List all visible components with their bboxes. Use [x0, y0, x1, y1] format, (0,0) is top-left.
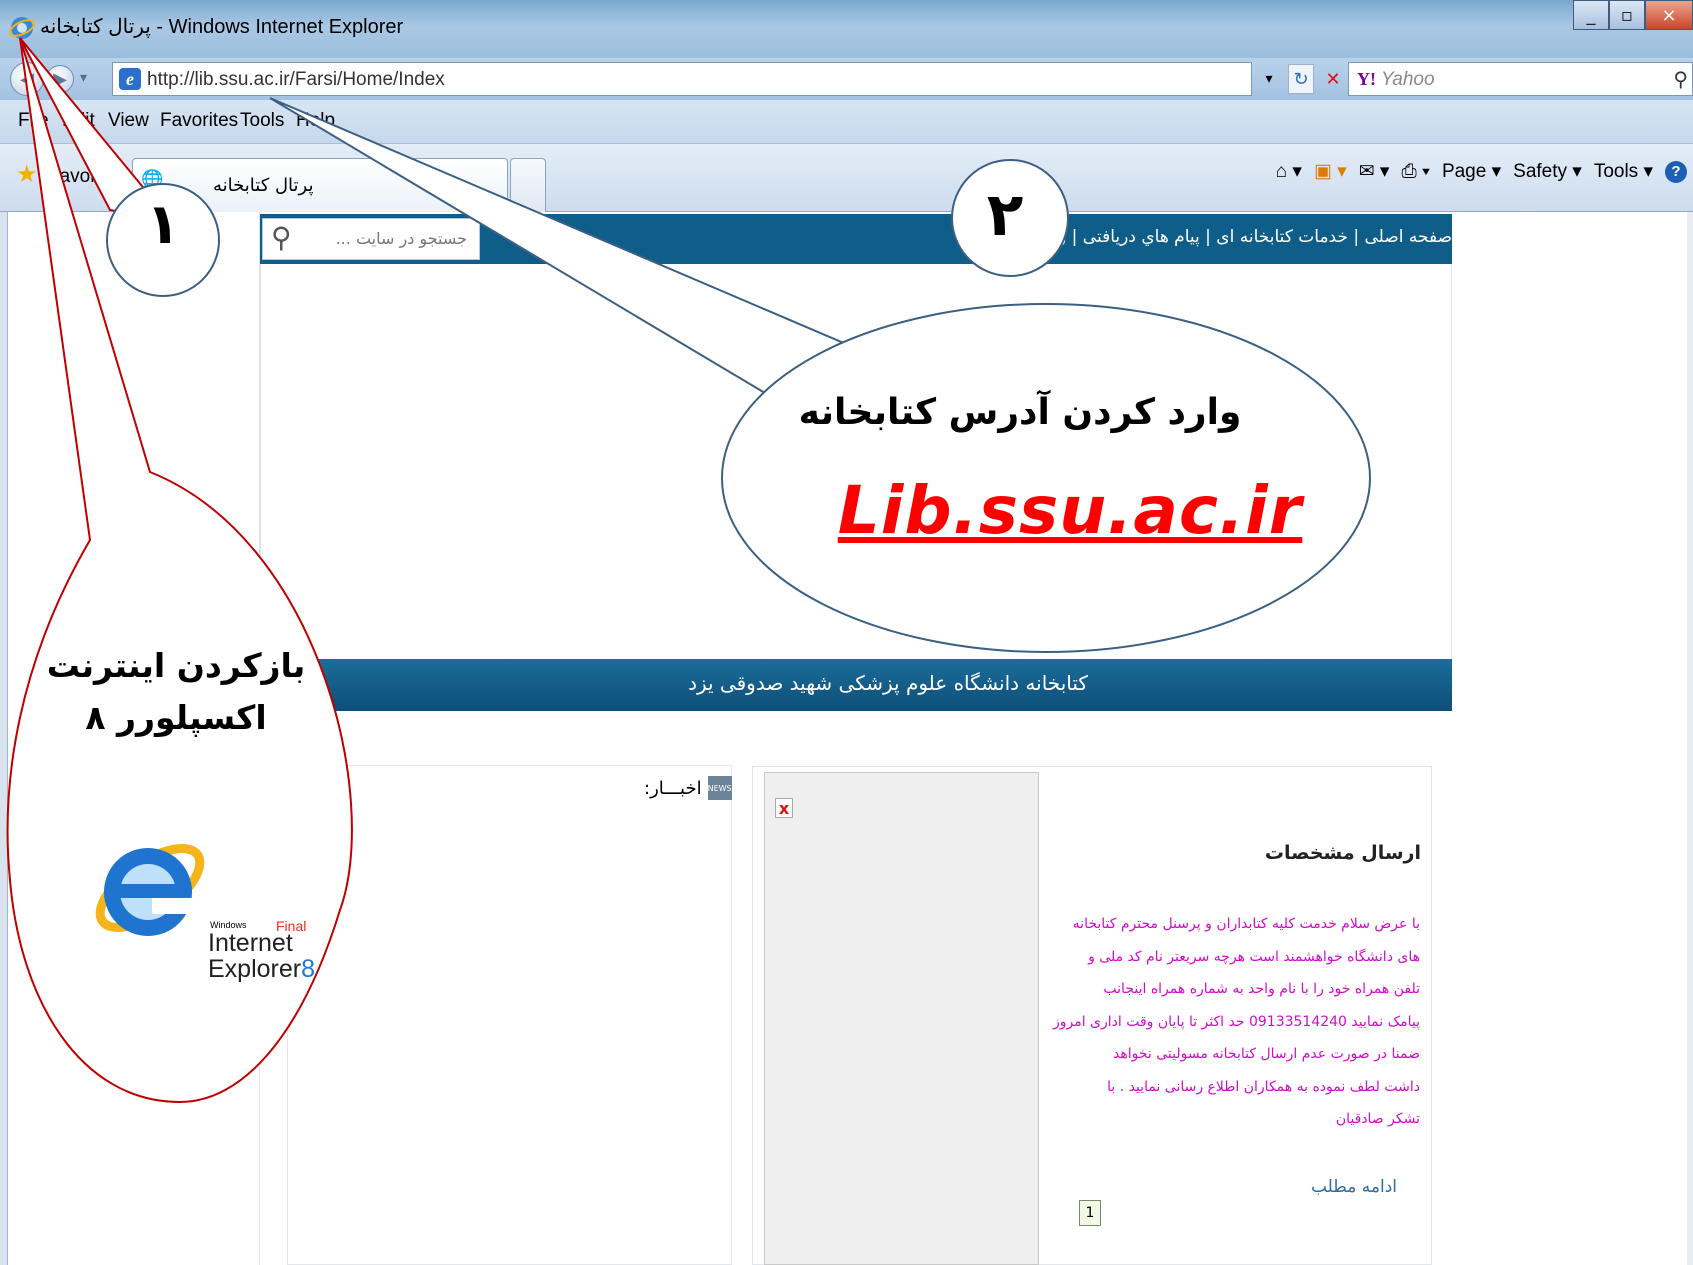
- ie-logo-name: Internet Explorer8: [208, 930, 315, 982]
- home-icon[interactable]: ⌂ ▾: [1276, 160, 1302, 183]
- article-body: با عرض سلام خدمت کلیه کتابداران و پرسنل …: [1052, 908, 1420, 1136]
- back-arrow-icon: ◀: [20, 68, 34, 90]
- enter-address-text: وارد کردن آدرس کتابخانه: [798, 392, 1242, 433]
- window-controls: _ ▫ ×: [1573, 0, 1693, 32]
- article-line: ضمنا در صورت عدم ارسال کتابخانه مسولیتی …: [1112, 1046, 1420, 1062]
- title-bar: پرتال کتابخانه - Windows Internet Explor…: [0, 0, 1693, 58]
- minimize-button[interactable]: _: [1573, 0, 1609, 30]
- vertical-scrollbar[interactable]: [1687, 212, 1693, 1265]
- ie-logo-icon: [95, 843, 205, 936]
- favorites-button[interactable]: Favorites: [48, 166, 126, 188]
- page-right-gutter: [1452, 212, 1693, 1265]
- site-search-icon[interactable]: ⚲: [271, 221, 292, 254]
- menu-bar: File Edit View Favorites Tools Help: [0, 100, 1693, 144]
- viewport-left-border: [0, 212, 8, 1265]
- address-tools: ▾ ↻ ✕: [1256, 62, 1346, 96]
- window-title: پرتال کتابخانه - Windows Internet Explor…: [40, 16, 404, 38]
- command-bar: ⌂ ▾ ▣ ▾ ✉ ▾ ⎙ ▾ Page ▾ Safety ▾ Tools ▾ …: [1276, 160, 1687, 183]
- stop-icon[interactable]: ✕: [1320, 64, 1346, 94]
- search-placeholder: Yahoo: [1381, 69, 1435, 90]
- address-toolbar: ◀ ▶ ▾ e http://lib.ssu.ac.ir/Farsi/Home/…: [0, 58, 1693, 100]
- maximize-button[interactable]: ▫: [1609, 0, 1645, 30]
- site-nav-links[interactable]: صفحه اصلی | خدمات کتابخانه ای | پیام هاي…: [1034, 227, 1452, 247]
- open-ie-text: بازکردن اینترنت اکسپلورر ۸: [46, 646, 306, 737]
- forward-arrow-icon: ▶: [53, 68, 67, 90]
- ie-logo-name-line1: Internet: [208, 929, 293, 957]
- yahoo-icon: Y!: [1357, 69, 1376, 89]
- ie-logo-name-line2: Explorer8: [208, 956, 315, 982]
- history-dropdown-icon[interactable]: ▾: [80, 70, 87, 86]
- news-panel: [287, 765, 732, 1265]
- site-search-placeholder: جستجو در سایت ...: [335, 229, 467, 248]
- article-line: تلفن همراه خود را با نام واحد به شماره ه…: [1103, 981, 1420, 997]
- url-text[interactable]: http://lib.ssu.ac.ir/Farsi/Home/Index: [147, 69, 445, 91]
- pager-page-1[interactable]: 1: [1079, 1200, 1101, 1226]
- close-window-button[interactable]: ×: [1645, 0, 1693, 30]
- menu-view[interactable]: View: [108, 110, 149, 132]
- callout-number-1: ۱: [145, 192, 181, 257]
- tools-menu[interactable]: Tools ▾: [1594, 160, 1653, 183]
- safety-menu[interactable]: Safety ▾: [1513, 160, 1582, 183]
- feeds-icon[interactable]: ▣ ▾: [1314, 160, 1347, 183]
- tab-ie-icon: 🌐: [141, 169, 164, 190]
- screenshot: پرتال کتابخانه - Windows Internet Explor…: [0, 0, 1693, 1265]
- help-icon[interactable]: ?: [1665, 160, 1687, 183]
- mail-icon[interactable]: ✉ ▾: [1359, 160, 1390, 183]
- ie-logo-version: 8: [301, 955, 315, 983]
- site-search-field[interactable]: ⚲ جستجو در سایت ...: [262, 218, 480, 260]
- refresh-icon[interactable]: ↻: [1288, 64, 1314, 94]
- tab-title: پرتال کتابخانه: [213, 175, 314, 196]
- news-title: اخبـــار:: [644, 777, 702, 799]
- article-line: های دانشگاه خواهشمند است هرچه سریعتر نام…: [1088, 948, 1420, 965]
- university-bar: کتابخانه دانشگاه علوم پزشکی شهید صدوقی ی…: [260, 659, 1452, 711]
- university-name: کتابخانه دانشگاه علوم پزشکی شهید صدوقی ی…: [688, 671, 1088, 695]
- article-line: داشت لطف نموده به همکاران اطلاع رسانی نم…: [1107, 1078, 1420, 1095]
- page-menu[interactable]: Page ▾: [1442, 160, 1501, 183]
- article-line: با عرض سلام خدمت کلیه کتابداران و پرسنل …: [1072, 916, 1420, 932]
- news-icon: NEWS: [708, 776, 732, 800]
- page-ie-icon: e: [119, 68, 141, 90]
- menu-help[interactable]: Help: [296, 110, 335, 132]
- menu-favorites[interactable]: Favorites: [160, 110, 238, 132]
- ie8-logo: Windows Final Internet Explorer8: [90, 806, 315, 986]
- broken-image-icon: x: [775, 798, 793, 818]
- callout-number-2: ۲: [986, 180, 1024, 250]
- favorites-bar: ★ Favorites 🌐 پرتال کتابخانه ⌂ ▾ ▣ ▾ ✉ ▾…: [0, 144, 1693, 212]
- news-heading: NEWS اخبـــار:: [644, 776, 732, 800]
- ie-icon: [8, 17, 36, 39]
- menu-tools[interactable]: Tools: [240, 110, 284, 132]
- search-field[interactable]: Y! Yahoo ⚲: [1348, 62, 1693, 96]
- banner-area: [260, 264, 1452, 659]
- article-line: پیامک نمایید 09133514240 حد اکثر تا پایا…: [1052, 1013, 1420, 1030]
- address-dropdown-icon[interactable]: ▾: [1256, 64, 1282, 94]
- search-icon[interactable]: ⚲: [1673, 67, 1688, 91]
- library-address-text: Lib.ssu.ac.ir: [837, 472, 1303, 549]
- ie-logo-explorer: Explorer: [208, 955, 302, 983]
- favorites-star-icon[interactable]: ★: [16, 160, 38, 188]
- print-icon[interactable]: ⎙ ▾: [1401, 161, 1429, 183]
- back-button[interactable]: ◀: [10, 62, 44, 96]
- menu-edit[interactable]: Edit: [62, 110, 95, 132]
- article-line: تشکر صادقیان: [1335, 1111, 1420, 1127]
- read-more-link[interactable]: ادامه مطلب: [1311, 1177, 1397, 1197]
- new-tab-button[interactable]: [510, 158, 546, 212]
- article-title[interactable]: ارسال مشخصات: [1265, 842, 1421, 864]
- menu-file[interactable]: File: [18, 110, 49, 132]
- article-image-placeholder: [764, 772, 1039, 1265]
- forward-button[interactable]: ▶: [46, 65, 74, 93]
- address-field[interactable]: e http://lib.ssu.ac.ir/Farsi/Home/Index: [112, 62, 1252, 96]
